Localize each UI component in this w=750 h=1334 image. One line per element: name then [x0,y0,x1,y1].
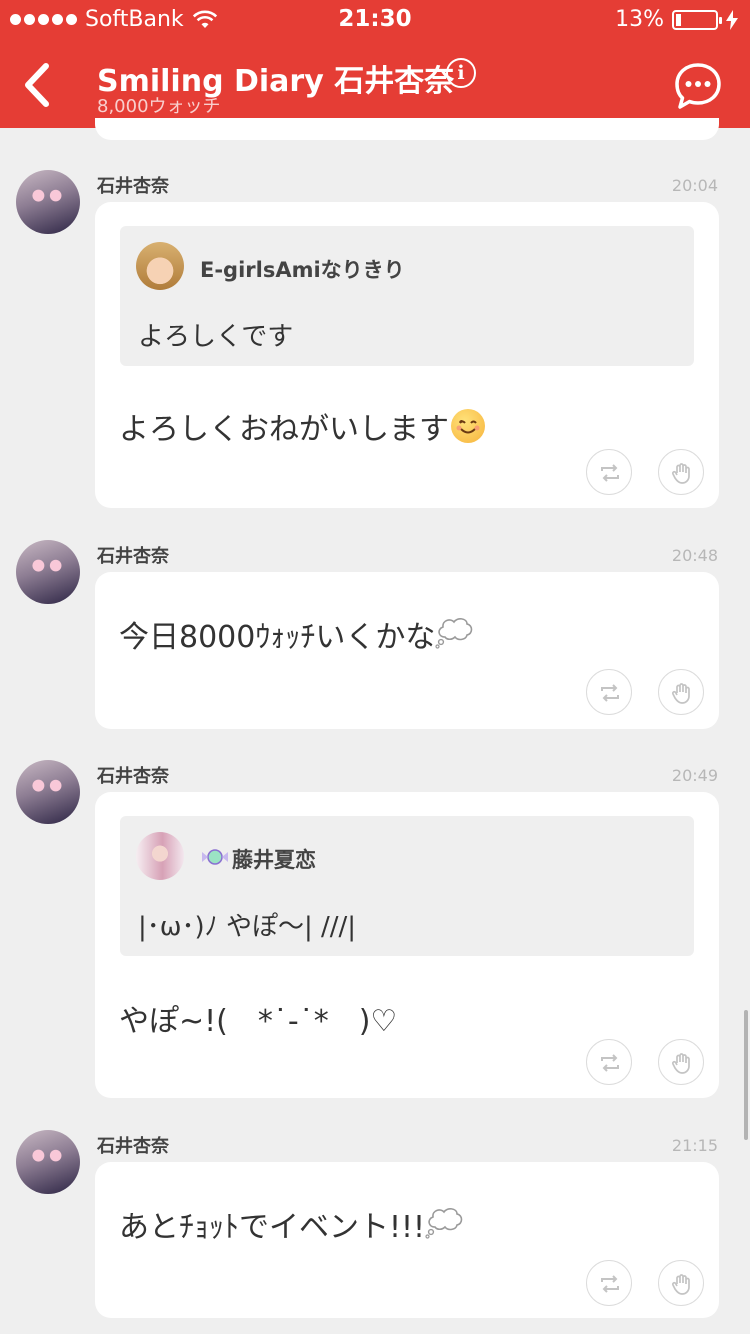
smiling-face-emoji-icon [451,409,485,443]
post-text-row: あとﾁｮｯﾄでイベント!!! [119,1202,465,1246]
thought-bubble-emoji-icon [425,1208,463,1239]
quoted-post[interactable]: E-girlsAmiなりきり よろしくです [120,226,694,366]
battery-info: 13% [615,7,738,32]
quoted-author: 藤井夏恋 [232,848,316,872]
post-time: 20:49 [671,766,718,785]
avatar[interactable] [16,760,80,824]
battery-icon [672,9,722,30]
post-text: やぽ~!( *˙-˙* )♡ [119,1004,398,1039]
clap-button[interactable] [658,669,704,715]
candy-icon [202,849,228,865]
hand-icon [671,463,690,484]
quoted-avatar [136,832,184,880]
hand-icon [671,683,690,704]
repost-icon [601,464,619,482]
post-author: 石井杏奈 [97,176,169,197]
post-text: 今日8000ｳｫｯﾁいくかな [119,620,436,655]
watch-count: 8,000ウォッチ [97,96,221,117]
post-time: 21:15 [671,1136,718,1155]
post-author: 石井杏奈 [97,546,169,567]
info-icon[interactable]: i [446,58,476,88]
app-header: SoftBank 21:30 13% Smiling Diary 石井杏奈 8,… [0,0,750,128]
post-author: 石井杏奈 [97,766,169,787]
post-card: 今日8000ｳｫｯﾁいくかな [95,572,719,729]
post-text-row: よろしくおねがいします [119,404,485,448]
post-time: 20:48 [671,546,718,565]
thought-bubble-emoji-icon [435,618,473,649]
post-author: 石井杏奈 [97,1136,169,1157]
post-card: E-girlsAmiなりきり よろしくです よろしくおねがいします [95,202,719,508]
clap-button[interactable] [658,1039,704,1085]
post-card: 藤井夏恋 |･ω･)ﾉ やぽ〜| ///| やぽ~!( *˙-˙* )♡ [95,792,719,1098]
quoted-text: よろしくです [138,322,294,352]
hand-icon [671,1053,690,1074]
charging-bolt-icon [726,9,738,30]
battery-percent: 13% [615,7,664,32]
repost-button[interactable] [586,1039,632,1085]
repost-icon [601,684,619,702]
avatar[interactable] [16,540,80,604]
quoted-avatar [136,242,184,290]
quoted-author: E-girlsAmiなりきり [200,258,405,282]
repost-icon [601,1054,619,1072]
avatar[interactable] [16,1130,80,1194]
scrollbar[interactable] [744,1010,748,1140]
repost-icon [601,1275,619,1293]
quoted-text: |･ω･)ﾉ やぽ〜| ///| [138,912,357,942]
repost-button[interactable] [586,449,632,495]
post-time: 20:04 [671,176,718,195]
clap-button[interactable] [658,449,704,495]
post-text: よろしくおねがいします [119,412,449,447]
post-text-row: 今日8000ｳｫｯﾁいくかな [119,612,475,656]
hand-icon [671,1274,690,1295]
post-card: あとﾁｮｯﾄでイベント!!! [95,1162,719,1318]
quoted-post[interactable]: 藤井夏恋 |･ω･)ﾉ やぽ〜| ///| [120,816,694,956]
status-bar: SoftBank 21:30 13% [0,0,750,40]
repost-button[interactable] [586,1260,632,1306]
battery-level [676,13,681,26]
clap-button[interactable] [658,1260,704,1306]
avatar[interactable] [16,170,80,234]
post-text: あとﾁｮｯﾄでイベント!!! [119,1210,426,1245]
repost-button[interactable] [586,669,632,715]
back-chevron-icon[interactable] [18,60,58,110]
previous-post-card [95,118,719,140]
chat-bubble-icon[interactable] [674,62,722,110]
